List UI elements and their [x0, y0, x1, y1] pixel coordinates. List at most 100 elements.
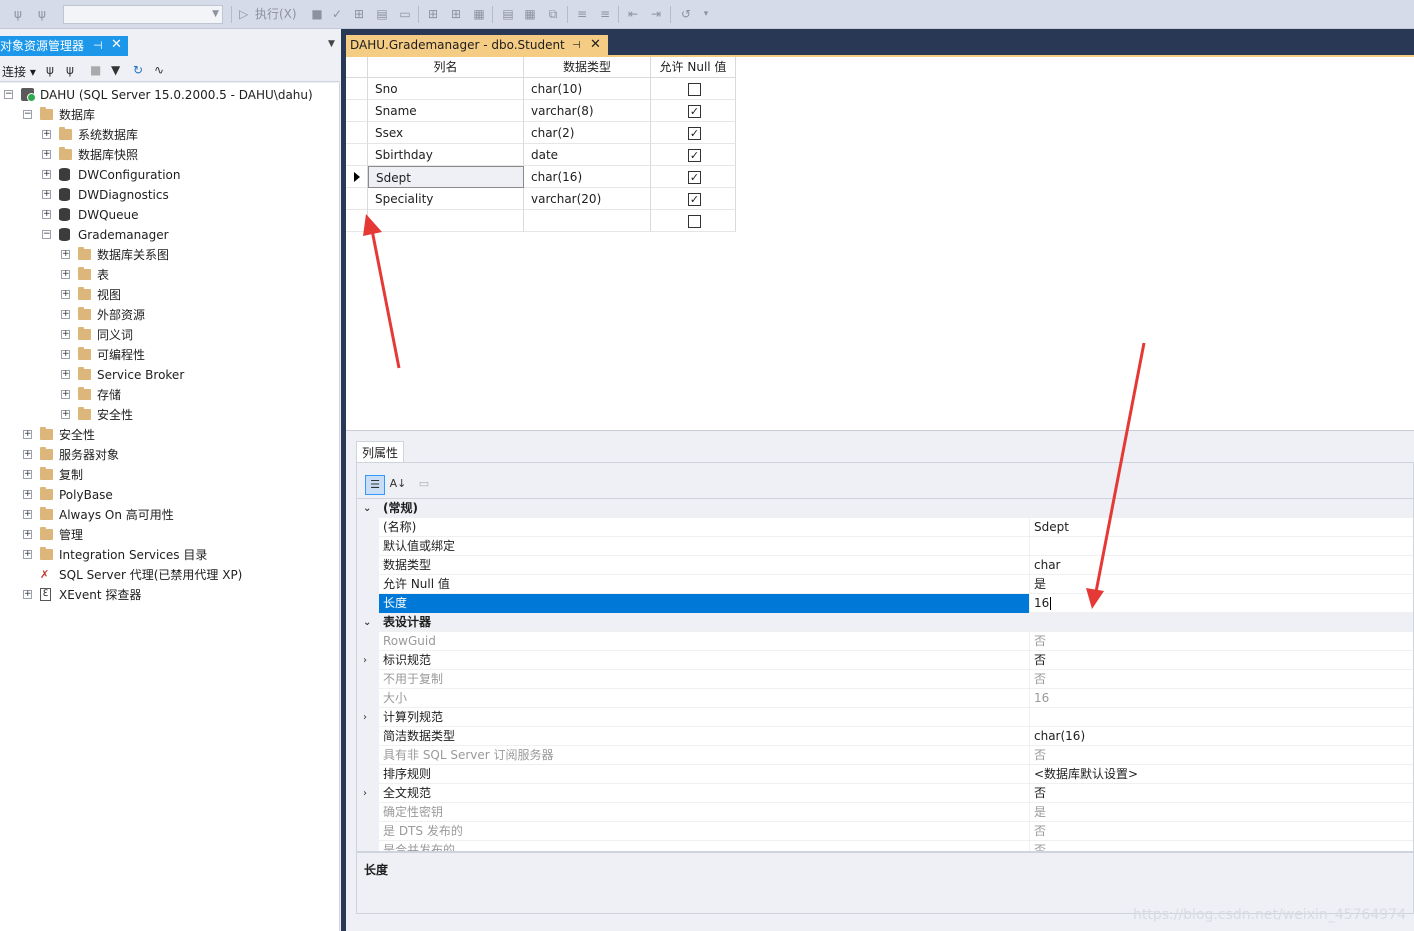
expand-icon[interactable]: +	[23, 550, 32, 559]
property-row[interactable]: 排序规则 <数据库默认设置>	[357, 765, 1413, 784]
collapse-icon[interactable]: −	[4, 90, 13, 99]
allow-null-checkbox[interactable]: ✓	[688, 149, 701, 162]
pin-icon[interactable]: ⊣	[572, 35, 581, 56]
indent-icon[interactable]: ⇥	[648, 7, 664, 21]
tree-item[interactable]: + 外部资源	[61, 305, 336, 325]
tree-item[interactable]: + 服务器对象	[23, 445, 336, 465]
tree-item[interactable]: + 管理	[23, 525, 336, 545]
tree-item[interactable]: − Grademanager	[42, 225, 336, 245]
collapse-icon[interactable]: −	[42, 230, 51, 239]
index-icon[interactable]: ⊞	[448, 7, 464, 21]
allow-null-checkbox[interactable]	[688, 83, 701, 96]
property-value[interactable]	[1029, 708, 1413, 727]
data-type-cell[interactable]: varchar(20)	[524, 188, 651, 210]
property-category[interactable]: ⌄ (常规)	[357, 499, 1413, 518]
tree-item[interactable]: + 安全性	[61, 405, 336, 425]
row-selector[interactable]	[346, 188, 368, 210]
row-selector[interactable]	[346, 210, 368, 232]
tree-item[interactable]: + 存储	[61, 385, 336, 405]
check-constraint-icon[interactable]: ▦	[471, 7, 487, 21]
tree-item[interactable]: + 安全性	[23, 425, 336, 445]
stop-icon[interactable]: ■	[309, 7, 325, 21]
close-icon[interactable]: ✕	[111, 35, 122, 55]
expand-icon[interactable]: +	[61, 410, 70, 419]
tree-item[interactable]: ✗ SQL Server 代理(已禁用代理 XP)	[23, 565, 336, 585]
data-type-cell[interactable]: date	[524, 144, 651, 166]
tree-item[interactable]: + Always On 高可用性	[23, 505, 336, 525]
query-plan-icon[interactable]: ⊞	[351, 7, 367, 21]
allow-null-checkbox[interactable]: ✓	[688, 127, 701, 140]
property-value[interactable]: 否	[1029, 746, 1413, 765]
property-value[interactable]: 否	[1029, 651, 1413, 670]
property-row[interactable]: 确定性密钥 是	[357, 803, 1413, 822]
collapse-chevron-icon[interactable]: ⌄	[363, 499, 371, 518]
data-type-cell[interactable]: char(2)	[524, 122, 651, 144]
connect-icon[interactable]: ψ	[46, 63, 54, 77]
panel-menu-chevron-icon[interactable]: ▼	[328, 39, 335, 49]
relationship-icon[interactable]: ⊞	[425, 7, 441, 21]
data-type-cell[interactable]	[524, 210, 651, 232]
property-value[interactable]: Sdept	[1029, 518, 1413, 537]
property-row[interactable]: › 标识规范 否	[357, 651, 1413, 670]
expand-icon[interactable]: +	[61, 310, 70, 319]
uncomment-icon[interactable]: ≡	[597, 7, 613, 21]
tree-item[interactable]: + DWQueue	[42, 205, 336, 225]
row-selector[interactable]	[346, 122, 368, 144]
property-row[interactable]: › 计算列规范	[357, 708, 1413, 727]
allow-null-checkbox[interactable]	[688, 215, 701, 228]
copy-icon[interactable]: ⧉	[545, 7, 561, 21]
data-type-cell[interactable]: char(16)	[524, 166, 651, 188]
property-value[interactable]: 16	[1029, 689, 1413, 708]
connect-button[interactable]: 连接 ▾	[2, 63, 36, 80]
table-properties-icon[interactable]: ▦	[522, 7, 538, 21]
categorized-view-icon[interactable]: ☰	[365, 475, 385, 495]
property-row[interactable]: RowGuid 否	[357, 632, 1413, 651]
refresh-icon[interactable]: ↻	[133, 63, 143, 77]
activity-monitor-icon[interactable]: ∿	[154, 63, 164, 77]
expand-icon[interactable]: +	[61, 350, 70, 359]
tree-item[interactable]: + DWConfiguration	[42, 165, 336, 185]
expand-icon[interactable]: +	[42, 190, 51, 199]
database-selector[interactable]: ▼	[63, 5, 223, 24]
expand-icon[interactable]: +	[42, 150, 51, 159]
property-value[interactable]: char(16)	[1029, 727, 1413, 746]
expand-icon[interactable]: +	[61, 370, 70, 379]
property-row[interactable]: 数据类型 char	[357, 556, 1413, 575]
expand-icon[interactable]: +	[23, 470, 32, 479]
expand-icon[interactable]: +	[61, 390, 70, 399]
expand-icon[interactable]: +	[23, 490, 32, 499]
expand-icon[interactable]: +	[23, 430, 32, 439]
specify-values-icon[interactable]: ↺	[678, 7, 694, 21]
expand-icon[interactable]: +	[23, 510, 32, 519]
parse-check-icon[interactable]: ✓	[329, 7, 345, 21]
comment-icon[interactable]: ≡	[574, 7, 590, 21]
tree-item[interactable]: + Service Broker	[61, 365, 336, 385]
expand-icon[interactable]: +	[23, 450, 32, 459]
expand-icon[interactable]: +	[61, 270, 70, 279]
disconnect-plug-icon[interactable]: ψ	[34, 7, 50, 21]
data-type-cell[interactable]: varchar(8)	[524, 100, 651, 122]
tree-item[interactable]: + DWDiagnostics	[42, 185, 336, 205]
tree-item[interactable]: + 复制	[23, 465, 336, 485]
results-file-icon[interactable]: ▭	[397, 7, 413, 21]
tree-item[interactable]: + 表	[61, 265, 336, 285]
connect-plug-icon[interactable]: ψ	[10, 7, 26, 21]
column-name-cell[interactable]: Sbirthday	[368, 144, 524, 166]
tree-item[interactable]: + 数据库关系图	[61, 245, 336, 265]
collapse-chevron-icon[interactable]: ⌄	[363, 613, 371, 632]
property-value[interactable]: 否	[1029, 670, 1413, 689]
property-row[interactable]: 简洁数据类型 char(16)	[357, 727, 1413, 746]
property-row[interactable]: 默认值或绑定	[357, 537, 1413, 556]
tree-item[interactable]: − DAHU (SQL Server 15.0.2000.5 - DAHU\dah…	[4, 85, 336, 105]
property-value[interactable]: 16	[1029, 594, 1413, 613]
expand-icon[interactable]: +	[42, 210, 51, 219]
row-selector[interactable]	[346, 78, 368, 100]
column-name-cell[interactable]: Sname	[368, 100, 524, 122]
column-name-cell[interactable]: Sdept	[368, 166, 524, 188]
stop-icon[interactable]: ■	[90, 63, 101, 77]
expand-icon[interactable]: +	[23, 590, 32, 599]
filter-icon[interactable]: ▼	[111, 63, 120, 77]
toolbar-overflow-icon[interactable]: ▾	[698, 7, 714, 21]
property-value[interactable]: 否	[1029, 841, 1413, 851]
alphabetical-sort-icon[interactable]: A↓	[388, 475, 408, 495]
